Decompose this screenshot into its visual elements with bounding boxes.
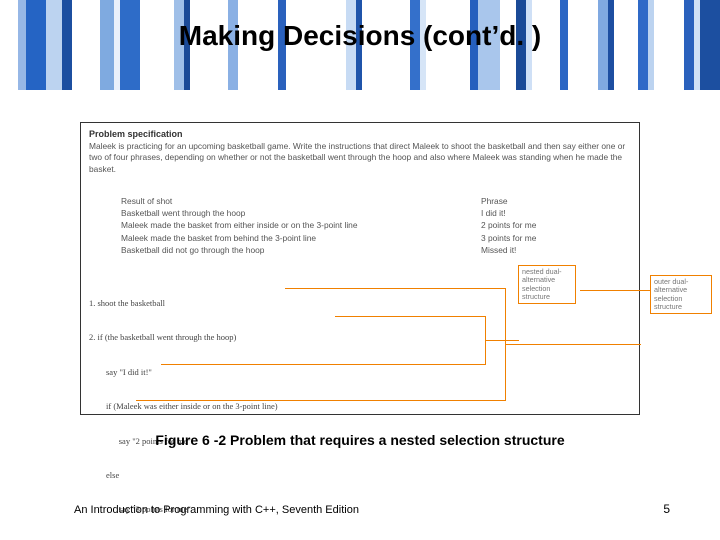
footer-book-title: An Introduction to Programming with C++,… [74, 504, 359, 516]
bracket-line [335, 316, 485, 317]
annotation-outer: outer dual-alternative selection structu… [650, 275, 712, 314]
spec-body: Maleek is practicing for an upcoming bas… [89, 141, 631, 175]
bracket-line [136, 400, 506, 401]
col-header-left: Result of shot [121, 195, 358, 207]
figure-caption: Figure 6 -2 Problem that requires a nest… [0, 432, 720, 448]
table-row: 3 points for me [481, 232, 536, 244]
pseudo-line: say "I did it!" [89, 367, 278, 378]
table-row: Basketball went through the hoop [121, 207, 358, 219]
result-table-left: Result of shot Basketball went through t… [121, 195, 358, 256]
pseudo-line: if (Maleek was either inside or on the 3… [89, 401, 278, 412]
annotation-connector [580, 290, 650, 291]
table-row: Missed it! [481, 244, 536, 256]
bracket-line [285, 288, 505, 289]
table-row: Maleek made the basket from behind the 3… [121, 232, 358, 244]
annotation-inner: nested dual-alternative selection struct… [518, 265, 576, 304]
slide: Making Decisions (cont’d. ) Problem spec… [0, 0, 720, 540]
bracket-line [506, 344, 641, 345]
pseudo-line: 1. shoot the basketball [89, 298, 278, 309]
spec-heading: Problem specification [89, 129, 183, 139]
bracket-line [161, 364, 486, 365]
pseudocode: 1. shoot the basketball 2. if (the baske… [89, 275, 278, 540]
footer-page-number: 5 [663, 502, 670, 516]
table-row: Maleek made the basket from either insid… [121, 219, 358, 231]
result-table-right: Phrase I did it! 2 points for me 3 point… [481, 195, 536, 256]
col-header-right: Phrase [481, 195, 536, 207]
table-row: 2 points for me [481, 219, 536, 231]
table-row: Basketball did not go through the hoop [121, 244, 358, 256]
table-row: I did it! [481, 207, 536, 219]
pseudo-line: 2. if (the basketball went through the h… [89, 332, 278, 343]
bracket-line [486, 340, 519, 341]
page-title: Making Decisions (cont’d. ) [0, 20, 720, 52]
pseudo-line: else [89, 470, 278, 481]
